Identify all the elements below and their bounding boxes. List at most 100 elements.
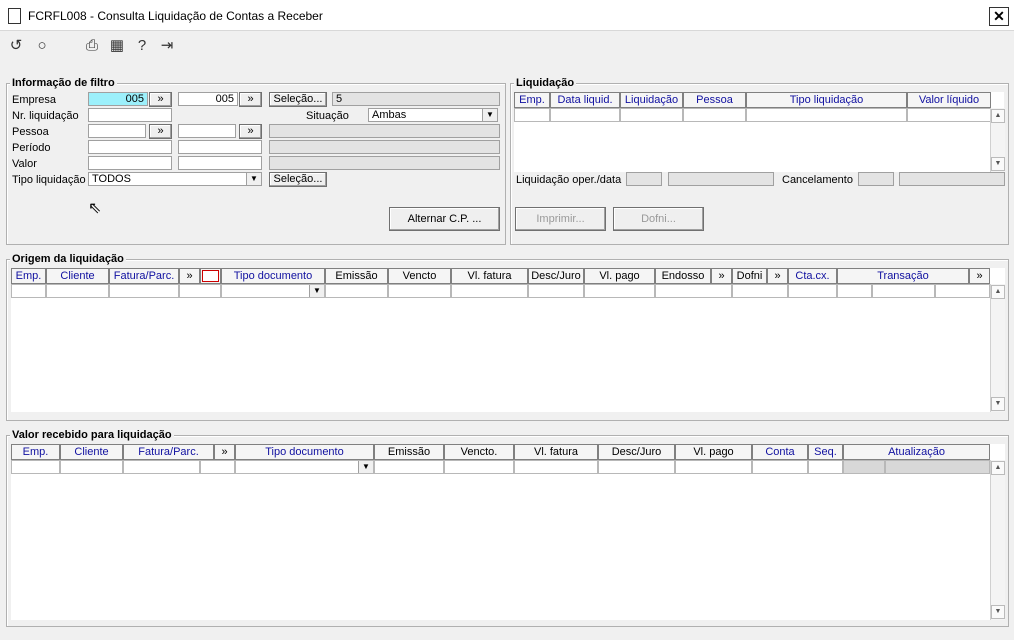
column-header[interactable]: Desc/Juro	[528, 268, 584, 284]
valor-from-input[interactable]	[88, 156, 172, 170]
grid-cell[interactable]	[179, 284, 221, 298]
column-header[interactable]: Dofni	[732, 268, 767, 284]
tipo-documento-select[interactable]: ▼	[235, 460, 374, 474]
column-expand-button[interactable]: »	[179, 268, 200, 284]
column-expand-button[interactable]: »	[767, 268, 788, 284]
column-header[interactable]: Fatura/Parc.	[109, 268, 179, 284]
chevron-down-icon[interactable]: ▼	[246, 173, 261, 185]
column-expand-button[interactable]: »	[711, 268, 732, 284]
grid-cell[interactable]	[752, 460, 808, 474]
column-header[interactable]: Vencto.	[444, 444, 514, 460]
chevron-down-icon[interactable]: ▼	[482, 109, 497, 121]
close-button[interactable]: ✕	[989, 7, 1009, 26]
calendar-icon[interactable]: ▦	[108, 37, 126, 55]
column-header[interactable]: Pessoa	[683, 92, 746, 108]
grid-cell[interactable]	[46, 284, 109, 298]
column-header[interactable]: Tipo documento	[235, 444, 374, 460]
column-header[interactable]: Seq.	[808, 444, 843, 460]
grid-cell[interactable]	[60, 460, 123, 474]
grid-cell[interactable]	[109, 284, 179, 298]
column-expand-button[interactable]: »	[214, 444, 235, 460]
grid-cell[interactable]	[123, 460, 200, 474]
exit-icon[interactable]: ⇥	[158, 37, 176, 55]
periodo-to-input[interactable]	[178, 140, 262, 154]
grid-cell[interactable]	[675, 460, 752, 474]
column-header[interactable]: Vl. fatura	[514, 444, 598, 460]
scroll-down-icon[interactable]: ▼	[991, 157, 1005, 171]
empresa-to-lookup-button[interactable]: »	[239, 92, 262, 107]
grid-cell[interactable]	[598, 460, 675, 474]
grid-cell[interactable]	[11, 460, 60, 474]
column-header[interactable]: Vl. fatura	[451, 268, 528, 284]
tipo-documento-select[interactable]: ▼	[221, 284, 325, 298]
empresa-to-input[interactable]: 005	[178, 92, 238, 106]
grid-cell[interactable]	[550, 108, 620, 122]
column-header[interactable]: Vl. pago	[584, 268, 655, 284]
scroll-up-icon[interactable]: ▲	[991, 109, 1005, 123]
undo-icon[interactable]: ↺	[7, 37, 25, 55]
column-header[interactable]: Valor líquido	[907, 92, 991, 108]
grid-cell[interactable]	[584, 284, 655, 298]
grid-cell[interactable]	[451, 284, 528, 298]
periodo-from-input[interactable]	[88, 140, 172, 154]
grid-cell[interactable]	[514, 460, 598, 474]
grid-cell[interactable]	[808, 460, 843, 474]
origem-scrollbar[interactable]	[990, 284, 1005, 412]
valor-to-input[interactable]	[178, 156, 262, 170]
grid-cell[interactable]	[837, 284, 872, 298]
help-icon[interactable]: ?	[133, 37, 151, 55]
column-header-calendar[interactable]	[200, 268, 221, 284]
column-header[interactable]: Atualização	[843, 444, 990, 460]
grid-cell[interactable]	[872, 284, 935, 298]
pessoa-to-lookup-button[interactable]: »	[239, 124, 262, 139]
grid-cell[interactable]	[655, 284, 732, 298]
tipo-selecao-button[interactable]: Seleção...	[269, 172, 327, 187]
column-header[interactable]: Liquidação	[620, 92, 683, 108]
pessoa-from-lookup-button[interactable]: »	[149, 124, 172, 139]
grid-cell[interactable]	[444, 460, 514, 474]
scroll-down-icon[interactable]: ▼	[991, 605, 1005, 619]
scroll-up-icon[interactable]: ▲	[991, 461, 1005, 475]
column-header[interactable]: Emp.	[11, 444, 60, 460]
search-icon[interactable]: ○	[33, 37, 51, 55]
grid-cell[interactable]	[325, 284, 388, 298]
grid-cell[interactable]	[732, 284, 788, 298]
column-header[interactable]: Tipo documento	[221, 268, 325, 284]
grid-cell[interactable]	[935, 284, 990, 298]
column-header[interactable]: Endosso	[655, 268, 711, 284]
grid-cell[interactable]	[788, 284, 837, 298]
valor-recebido-scrollbar[interactable]	[990, 460, 1005, 620]
empresa-from-input[interactable]: 005	[88, 92, 148, 106]
grid-cell[interactable]	[683, 108, 746, 122]
chevron-down-icon[interactable]: ▼	[358, 461, 373, 473]
column-header[interactable]: Fatura/Parc.	[123, 444, 214, 460]
grid-cell[interactable]	[11, 284, 46, 298]
column-header[interactable]: Cliente	[46, 268, 109, 284]
grid-cell[interactable]	[746, 108, 907, 122]
nr-liquidacao-input[interactable]	[88, 108, 172, 122]
column-header[interactable]: Emissão	[325, 268, 388, 284]
scroll-down-icon[interactable]: ▼	[991, 397, 1005, 411]
column-header[interactable]: Transação	[837, 268, 969, 284]
column-header[interactable]: Data liquid.	[550, 92, 620, 108]
grid-cell[interactable]	[528, 284, 584, 298]
column-header[interactable]: Emissão	[374, 444, 444, 460]
pessoa-to-input[interactable]	[178, 124, 236, 138]
column-header[interactable]: Cta.cx.	[788, 268, 837, 284]
grid-cell[interactable]	[388, 284, 451, 298]
grid-cell[interactable]	[907, 108, 991, 122]
imprimir-button[interactable]: Imprimir...	[515, 207, 606, 231]
pessoa-from-input[interactable]	[88, 124, 146, 138]
column-header[interactable]: Emp.	[514, 92, 550, 108]
grid-cell[interactable]	[620, 108, 683, 122]
print-icon[interactable]: ⎙	[83, 37, 101, 55]
tipo-liquidacao-select[interactable]: TODOS ▼	[88, 172, 262, 186]
chevron-down-icon[interactable]: ▼	[309, 285, 324, 297]
grid-cell[interactable]	[200, 460, 235, 474]
column-header[interactable]: Conta	[752, 444, 808, 460]
grid-cell[interactable]	[514, 108, 550, 122]
column-header[interactable]: Tipo liquidação	[746, 92, 907, 108]
scroll-up-icon[interactable]: ▲	[991, 285, 1005, 299]
column-header[interactable]: Emp.	[11, 268, 46, 284]
empresa-from-lookup-button[interactable]: »	[149, 92, 172, 107]
